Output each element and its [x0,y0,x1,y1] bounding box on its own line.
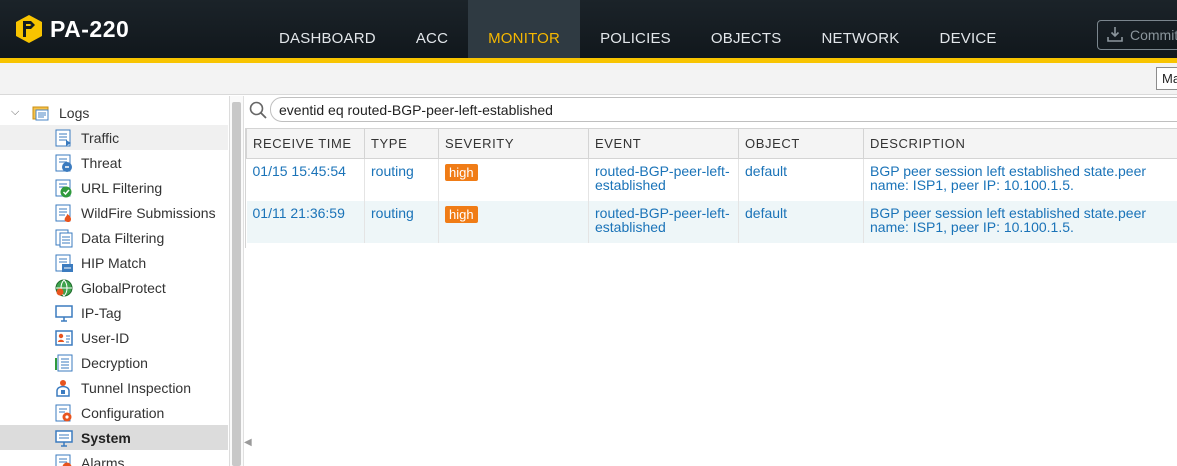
tab-device[interactable]: DEVICE [920,0,1017,58]
search-icon[interactable] [248,100,268,120]
sidebar-item-label: Configuration [81,404,165,421]
cell-severity: high [438,158,589,201]
filter-bar [246,96,1177,125]
tab-dashboard[interactable]: DASHBOARD [259,0,396,58]
column-header-receive-time[interactable]: RECEIVE TIME [246,128,365,159]
severity-badge[interactable]: high [445,205,478,223]
tunnel-inspection-icon [54,378,74,398]
cell-object[interactable]: default [738,158,864,201]
tree-root-logs[interactable]: ⌵ Logs [0,100,228,125]
tab-policies[interactable]: POLICIES [580,0,691,58]
traffic-log-icon [54,128,74,148]
threat-log-icon [54,153,74,173]
cell-receive-time[interactable]: 01/11 21:36:59 [246,200,365,243]
hip-match-icon [54,253,74,273]
sidebar-item-user-id[interactable]: User-ID [0,325,228,350]
main-nav: DASHBOARD ACC MONITOR POLICIES OBJECTS N… [259,0,1017,58]
cell-type[interactable]: routing [364,158,439,201]
cell-event[interactable]: routed-BGP-peer-left-established [588,158,739,201]
column-header-type[interactable]: TYPE [364,128,439,159]
sidebar-item-label: URL Filtering [81,179,163,196]
cell-type[interactable]: routing [364,200,439,243]
tab-objects[interactable]: OBJECTS [691,0,802,58]
wildfire-icon [54,203,74,223]
table-row[interactable]: 01/15 15:45:54 routing high routed-BGP-p… [246,158,1177,201]
cell-severity: high [438,200,589,243]
tree-root-label: Logs [59,104,90,121]
product-name: PA-220 [50,15,130,42]
sidebar-item-ip-tag[interactable]: IP-Tag [0,300,228,325]
sidebar-item-configuration[interactable]: Configuration [0,400,228,425]
collapse-sidebar-icon[interactable]: ◀ [244,437,252,448]
url-filtering-icon [54,178,74,198]
filter-input[interactable] [270,97,1177,122]
severity-badge[interactable]: high [445,164,478,181]
sidebar-item-hip-match[interactable]: HIP Match [0,250,228,275]
column-header-event[interactable]: EVENT [588,128,739,159]
column-header-severity[interactable]: SEVERITY [438,128,589,159]
sidebar-item-label: HIP Match [81,254,147,271]
sidebar-item-label: WildFire Submissions [81,204,216,221]
sidebar-item-label: User-ID [81,329,130,346]
sub-toolbar: Ma [0,63,1177,95]
commit-button[interactable]: Commit [1097,20,1177,50]
sidebar-item-label: Decryption [81,354,148,371]
sidebar-item-wildfire-submissions[interactable]: WildFire Submissions [0,200,228,225]
sidebar-item-label: Threat [81,154,122,171]
sidebar-item-label: Traffic [81,129,120,146]
sidebar-item-label: GlobalProtect [81,279,166,296]
manual-refresh-select[interactable]: Ma [1156,67,1177,90]
sidebar-item-traffic[interactable]: Traffic [0,125,228,150]
table-header-row: RECEIVE TIME TYPE SEVERITY EVENT OBJECT … [246,128,1177,159]
alarms-icon [54,453,74,466]
chevron-down-icon[interactable]: ⌵ [11,106,23,119]
sidebar-item-threat[interactable]: Threat [0,150,228,175]
sidebar-item-label: IP-Tag [81,304,122,321]
sidebar-item-label: Alarms [81,454,125,466]
tab-monitor[interactable]: MONITOR [468,0,581,58]
tab-acc[interactable]: ACC [396,0,468,58]
cell-description[interactable]: BGP peer session left established state.… [863,200,1177,243]
top-bar: PA-220 DASHBOARD ACC MONITOR POLICIES OB… [0,0,1177,58]
cell-description[interactable]: BGP peer session left established state.… [863,158,1177,201]
user-id-icon [54,328,74,348]
data-filtering-icon [54,228,74,248]
ip-tag-icon [54,303,74,323]
commit-label: Commit [1130,27,1177,43]
system-icon [54,428,74,448]
sidebar-item-label: Data Filtering [81,229,165,246]
globalprotect-icon [54,278,74,298]
sidebar-item-decryption[interactable]: Decryption [0,350,228,375]
cell-event[interactable]: routed-BGP-peer-left-established [588,200,739,243]
column-header-object[interactable]: OBJECT [738,128,864,159]
sidebar: ⌵ Logs Traffic Threat URL Filtering Wild… [0,96,230,466]
cell-receive-time[interactable]: 01/15 15:45:54 [246,158,365,201]
tab-network[interactable]: NETWORK [801,0,919,58]
sidebar-item-globalprotect[interactable]: GlobalProtect [0,275,228,300]
logs-folder-icon [31,103,51,123]
sidebar-item-tunnel-inspection[interactable]: Tunnel Inspection [0,375,228,400]
configuration-icon [54,403,74,423]
decryption-icon [54,353,74,373]
system-log-table: RECEIVE TIME TYPE SEVERITY EVENT OBJECT … [246,128,1177,243]
table-row[interactable]: 01/11 21:36:59 routing high routed-BGP-p… [246,200,1177,243]
logo-mark-icon [14,14,44,44]
column-header-description[interactable]: DESCRIPTION [863,128,1177,159]
sidebar-item-label: System [81,429,131,446]
sidebar-item-alarms[interactable]: Alarms [0,450,228,466]
commit-icon [1106,25,1124,46]
sidebar-item-url-filtering[interactable]: URL Filtering [0,175,228,200]
sidebar-item-data-filtering[interactable]: Data Filtering [0,225,228,250]
sidebar-item-system[interactable]: System [0,425,228,450]
cell-object[interactable]: default [738,200,864,243]
logs-tree: Traffic Threat URL Filtering WildFire Su… [0,125,228,466]
sidebar-item-label: Tunnel Inspection [81,379,191,396]
sidebar-scrollbar[interactable] [230,96,244,466]
logo: PA-220 [14,12,129,46]
sidebar-scrollbar-thumb[interactable] [232,102,241,466]
